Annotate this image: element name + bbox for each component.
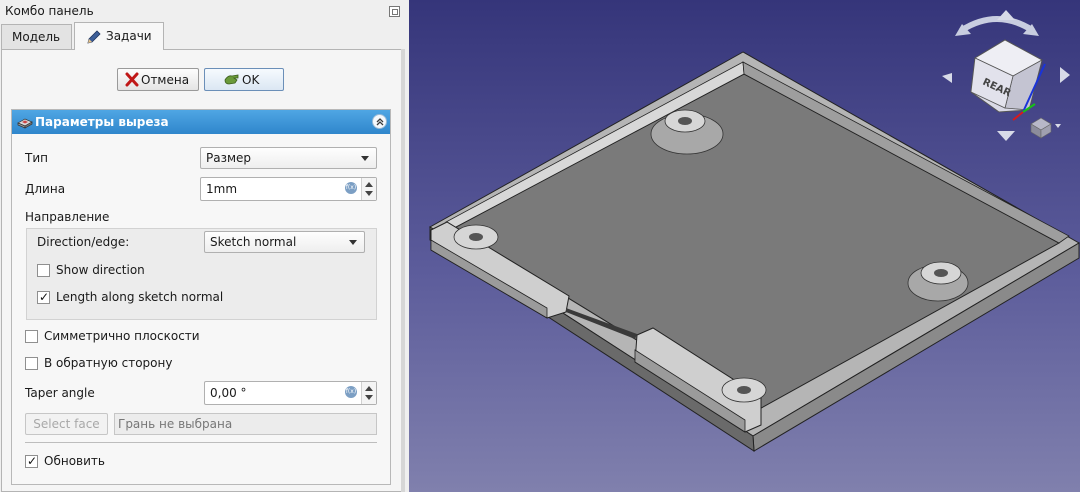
tab-model[interactable]: Модель [1,24,72,49]
boss-left[interactable] [453,224,499,250]
show-direction-checkbox[interactable] [37,264,50,277]
ok-label: OK [242,73,260,87]
3d-viewport[interactable]: REAR [409,0,1080,492]
view-menu-icon[interactable] [1030,117,1061,139]
arrow-down-icon [997,131,1015,141]
x-axis [1012,111,1024,121]
spin-up-icon[interactable] [365,386,373,391]
group-header[interactable]: Параметры выреза [12,110,390,134]
collapse-button[interactable] [372,114,387,129]
type-select[interactable]: Размер [200,147,377,169]
cancel-button[interactable]: Отмена [117,68,199,91]
length-along-normal-checkbox[interactable] [37,290,50,304]
update-checkbox[interactable] [25,454,38,468]
direction-label: Направление [25,210,110,224]
tab-tasks[interactable]: Задачи [74,22,164,50]
model-view[interactable]: REAR [409,0,1080,492]
face-value: Грань не выбрана [118,417,233,431]
spin-arrows[interactable] [361,178,376,200]
length-label: Длина [25,182,66,196]
direction-edge-select[interactable]: Sketch normal [204,231,365,253]
spin-down-icon[interactable] [365,191,373,196]
show-direction-label: Show direction [56,263,145,277]
select-face-label: Select face [33,417,100,431]
taper-value: 0,00 ° [210,386,247,400]
symmetric-checkbox[interactable] [25,330,38,343]
spin-up-icon[interactable] [365,182,373,187]
tray-model[interactable] [429,51,1080,452]
combo-panel: Комбо панель Модель Задачи Отмена OK Пар… [0,0,405,492]
pocket-feature-icon [17,118,33,129]
ok-button[interactable]: OK [204,68,284,91]
taper-label: Taper angle [25,386,95,400]
arrow-up-icon [997,10,1015,20]
expression-icon[interactable]: f(x) [345,182,357,194]
chevron-down-icon [361,156,369,161]
spin-arrows[interactable] [361,382,376,404]
symmetric-label: Симметрично плоскости [44,329,200,343]
red-x-icon [125,72,139,87]
reversed-label: В обратную сторону [44,356,173,370]
reversed-checkbox[interactable] [25,357,38,370]
taper-spinbox[interactable]: 0,00 ° f(x) [204,381,377,405]
type-label: Тип [25,151,48,165]
tab-tasks-label: Задачи [106,29,152,43]
tab-model-label: Модель [12,30,61,44]
face-field: Грань не выбрана [114,413,377,435]
expression-icon[interactable]: f(x) [345,386,357,398]
spin-down-icon[interactable] [365,395,373,400]
boss-bottom[interactable] [721,377,767,403]
rotate-left-arrow-icon [959,16,1035,33]
tab-bar: Модель Задачи [1,22,405,50]
panel-title: Комбо панель [5,4,94,18]
navigation-cube[interactable]: REAR [942,10,1070,141]
undock-button[interactable] [389,6,400,17]
arrow-left-icon [942,73,952,83]
length-value: 1mm [206,182,238,196]
pencil-icon [87,30,101,44]
arrow-right-icon [1060,67,1070,83]
type-select-value: Размер [206,151,252,165]
group-title: Параметры выреза [35,115,169,129]
select-face-button[interactable]: Select face [25,413,108,435]
direction-edge-label: Direction/edge: [37,235,130,249]
update-label: Обновить [44,454,105,468]
length-along-normal-label: Length along sketch normal [56,290,224,304]
green-check-hand-icon [224,74,239,85]
length-spinbox[interactable]: 1mm f(x) [200,177,377,201]
cancel-label: Отмена [141,73,190,87]
double-chevron-up-icon [376,118,384,126]
chevron-down-icon [349,240,357,245]
scrollbar[interactable] [401,49,405,492]
separator [25,442,377,443]
direction-edge-value: Sketch normal [210,235,297,249]
